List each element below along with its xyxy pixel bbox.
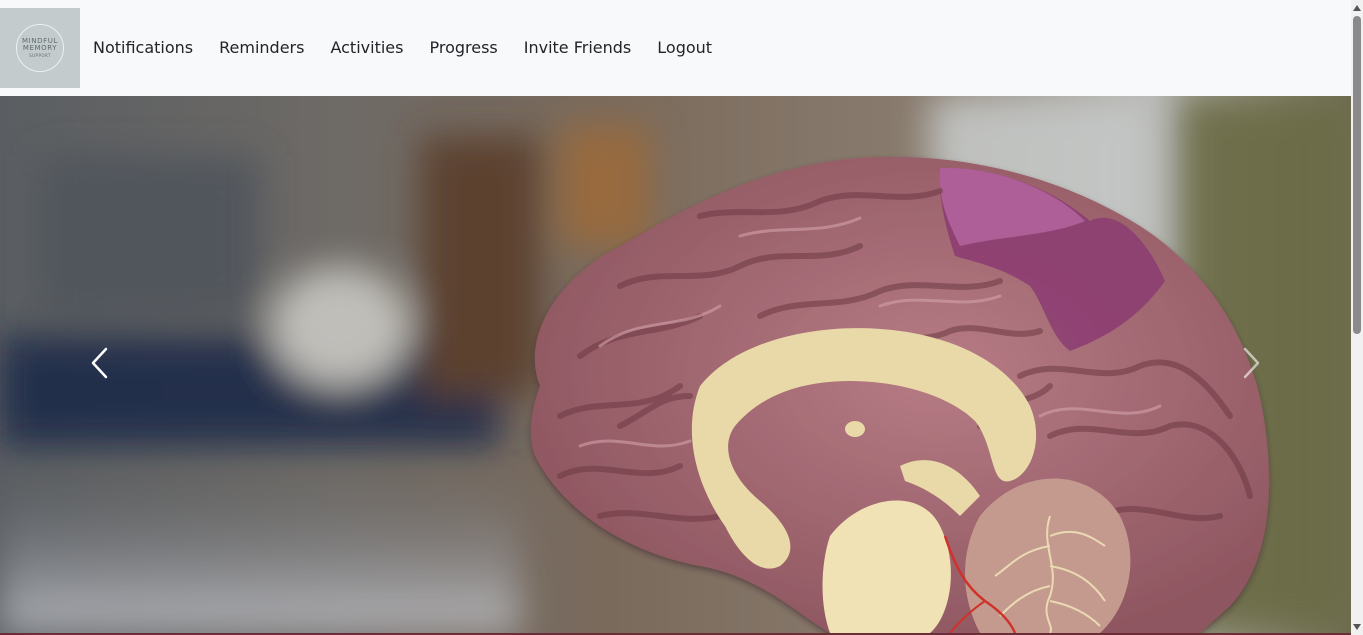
nav-link-reminders[interactable]: Reminders [219,37,304,59]
scrollbar-thumb[interactable] [1353,16,1361,334]
scroll-down-arrow-icon[interactable] [1353,623,1361,631]
page-scrollbar[interactable] [1351,0,1363,635]
carousel-prev-button[interactable] [0,96,200,633]
nav-link-logout[interactable]: Logout [657,37,712,59]
nav-link-notifications[interactable]: Notifications [93,37,193,59]
brain-model-photo [0,96,1351,633]
logo-text-line-2: MEMORY [22,44,58,53]
chevron-left-icon [90,347,110,383]
carousel-next-button[interactable] [1151,96,1351,633]
hero-carousel [0,96,1351,633]
logo-text-line-3: SUPPORT [29,52,51,58]
nav-links: Notifications Reminders Activities Progr… [93,37,712,59]
scroll-up-arrow-icon[interactable] [1353,4,1361,12]
top-navbar: MINDFUL MEMORY SUPPORT Notifications Rem… [0,0,1351,96]
nav-link-invite-friends[interactable]: Invite Friends [524,37,632,59]
nav-link-progress[interactable]: Progress [429,37,497,59]
brand-logo[interactable]: MINDFUL MEMORY SUPPORT [0,8,80,88]
chevron-right-icon [1241,347,1261,383]
nav-link-activities[interactable]: Activities [330,37,403,59]
logo-emblem: MINDFUL MEMORY SUPPORT [16,24,64,72]
